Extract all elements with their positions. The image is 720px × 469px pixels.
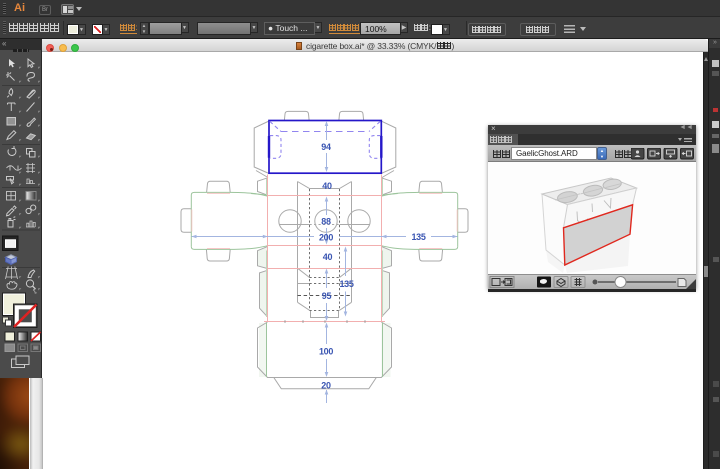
svg-text:94: 94 [321, 142, 331, 152]
svg-text:100: 100 [319, 347, 333, 357]
svg-text:200: 200 [319, 233, 333, 243]
svg-text:95: 95 [322, 291, 332, 301]
svg-text:135: 135 [411, 232, 425, 242]
svg-text:20: 20 [321, 381, 331, 391]
svg-text:88: 88 [321, 217, 331, 227]
svg-text:40: 40 [323, 252, 333, 262]
svg-text:40: 40 [322, 181, 332, 191]
svg-text:135: 135 [339, 279, 353, 289]
